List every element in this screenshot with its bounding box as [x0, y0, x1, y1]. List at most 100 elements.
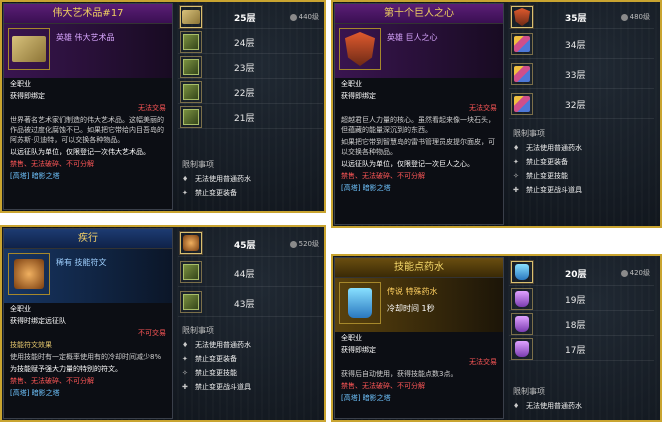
- item-rules: 禁售、无法破碎、不可分解: [10, 377, 94, 385]
- potion-icon: [511, 261, 533, 283]
- floor-label: 23层: [234, 64, 255, 74]
- list-item[interactable]: 19层: [509, 286, 654, 311]
- item-title: 第十个巨人之心: [335, 4, 503, 24]
- item-title: 疾行: [4, 229, 172, 249]
- list-item[interactable]: 35层 480级: [509, 4, 654, 29]
- restrictions-title: 限制事项: [182, 160, 214, 169]
- restrictions: 限制事项 ♦ 无法使用普通药水: [509, 384, 654, 413]
- restriction-item: ♦ 无法使用普通药水: [182, 175, 251, 183]
- floor-label: 19层: [565, 296, 586, 306]
- reward-panel-rune: 疾行 稀有 技能符文 全职业 获得时绑定远征队 不可交易 技能符文效果 使用技能…: [0, 225, 326, 422]
- floor-reward-list: 20层 420级 19层 18层 17层: [509, 258, 654, 361]
- card-pack-icon: [511, 33, 533, 55]
- item-job: 全职业: [10, 305, 31, 313]
- item-note: 为技能赋予强大力量的特别的符文。: [10, 365, 122, 373]
- floor-label: 21层: [234, 114, 255, 124]
- potion-icon: [511, 288, 533, 310]
- potion-icon: ♦: [513, 144, 520, 152]
- list-item[interactable]: 44层: [178, 257, 323, 287]
- item-source: [高塔] 暗影之塔: [10, 389, 60, 397]
- item-tooltip: 技能点药水 传说 特殊药水 冷却时间 1秒 全职业 获得即绑定 无法交易 获得后…: [334, 257, 504, 419]
- chest-icon: [180, 106, 202, 128]
- list-item[interactable]: 20层 420级: [509, 258, 654, 286]
- item-type: 英雄 巨人之心: [387, 33, 438, 42]
- list-item[interactable]: 33层: [509, 59, 654, 89]
- item-description: 超越君巨人力量的核心。虽然看起来像一块石头，但蕴藏的能量深沉到的东西。: [341, 116, 495, 134]
- chest-icon: [180, 81, 202, 103]
- artwork-icon: [180, 6, 202, 28]
- item-bind: 获得即绑定: [341, 346, 376, 354]
- list-item[interactable]: 24层: [178, 29, 323, 54]
- restriction-item: ✦ 禁止变更装备: [182, 189, 237, 197]
- item-job: 全职业: [341, 80, 362, 88]
- restriction-item: ✦ 禁止变更装备: [182, 355, 237, 363]
- chest-icon: [180, 31, 202, 53]
- artwork-icon: [8, 28, 50, 70]
- chest-icon: [180, 261, 202, 283]
- item-header: 传说 特殊药水 冷却时间 1秒: [335, 278, 503, 332]
- list-item[interactable]: 23层: [178, 54, 323, 79]
- list-item[interactable]: 18层: [509, 311, 654, 336]
- item-rules: 禁售、无法破碎、不可分解: [341, 382, 425, 390]
- potion-icon: ♦: [513, 402, 520, 410]
- restrictions-title: 限制事项: [182, 326, 214, 335]
- list-item[interactable]: 21层: [178, 104, 323, 129]
- list-item[interactable]: 25层 440级: [178, 4, 323, 29]
- restriction-item: ♦ 无法使用普通药水: [513, 402, 582, 410]
- battle-item-icon: ✚: [513, 186, 519, 194]
- floor-label: 32层: [565, 101, 586, 111]
- list-item[interactable]: 43层: [178, 287, 323, 317]
- floor-reward-list: 45层 520级 44层 43层: [178, 229, 323, 317]
- giant-heart-icon: [339, 28, 381, 70]
- floor-label: 20层: [565, 270, 587, 280]
- item-description: 世界著名艺术家们制造的伟大艺术品。这幅美丽的作品被过度化腐蚀不已。如果把它带给内…: [10, 116, 164, 144]
- card-pack-icon: [511, 93, 533, 115]
- potion-icon: [339, 282, 381, 324]
- list-item[interactable]: 22层: [178, 79, 323, 104]
- floor-label: 18层: [565, 321, 586, 331]
- item-header: 英雄 巨人之心: [335, 24, 503, 78]
- item-type: 稀有 技能符文: [56, 258, 107, 267]
- floor-label: 33层: [565, 71, 586, 81]
- reward-panel-skill-potion: 技能点药水 传说 特殊药水 冷却时间 1秒 全职业 获得即绑定 无法交易 获得后…: [331, 254, 662, 422]
- item-rules: 禁售、无法破碎、不可分解: [341, 172, 425, 180]
- tower-rewards-screenshot: 伟大艺术品#17 英雄 伟大艺术品 全职业 获得即绑定 无法交易 世界著名艺术家…: [0, 0, 662, 422]
- level-requirement: 440级: [289, 12, 319, 22]
- level-requirement: 480级: [620, 12, 650, 22]
- reward-panel-giant-heart: 第十个巨人之心 英雄 巨人之心 全职业 获得即绑定 无法交易 超越君巨人力量的核…: [331, 0, 662, 228]
- item-type: 英雄 伟大艺术品: [56, 33, 115, 42]
- item-no-trade: 不可交易: [138, 329, 166, 337]
- list-item[interactable]: 17层: [509, 336, 654, 361]
- rune-icon: [180, 232, 202, 254]
- list-item[interactable]: 34层: [509, 29, 654, 59]
- item-title: 伟大艺术品#17: [4, 4, 172, 24]
- chest-icon: [180, 291, 202, 313]
- floor-label: 17层: [565, 346, 586, 356]
- list-item[interactable]: 45层 520级: [178, 229, 323, 257]
- potion-icon: [511, 338, 533, 360]
- restriction-item: ♦ 无法使用普通药水: [513, 144, 582, 152]
- floor-reward-list: 25层 440级 24层 23层 22层 21层: [178, 4, 323, 129]
- item-note: 以远征队为单位，仅限登记一次巨人之心。: [341, 160, 474, 168]
- item-rules: 禁售、无法破碎、不可分解: [10, 160, 94, 168]
- item-description: 获得后自动使用，获得技能点数3点。: [341, 370, 458, 378]
- card-pack-icon: [511, 63, 533, 85]
- floor-reward-list: 35层 480级 34层 33层 32层: [509, 4, 654, 119]
- item-source: [高塔] 暗影之塔: [341, 394, 391, 402]
- potion-icon: ♦: [182, 341, 189, 349]
- gear-icon: ✦: [182, 355, 188, 363]
- restrictions: 限制事项 ♦ 无法使用普通药水 ✦ 禁止变更装备 ✧ 禁止变更技能 ✚ 禁止变更战斗道具: [178, 323, 323, 394]
- battle-item-icon: ✚: [182, 383, 188, 391]
- floor-label: 44层: [234, 270, 255, 280]
- list-item[interactable]: 32层: [509, 89, 654, 119]
- reward-panel-artwork: 伟大艺术品#17 英雄 伟大艺术品 全职业 获得即绑定 无法交易 世界著名艺术家…: [0, 0, 326, 213]
- rune-effect: 使用技能时有一定概率使用有的冷却时间减少8%: [10, 353, 162, 361]
- item-header: 英雄 伟大艺术品: [4, 24, 172, 78]
- shield-icon: [511, 6, 533, 28]
- floor-label: 34层: [565, 41, 586, 51]
- item-header: 稀有 技能符文: [4, 249, 172, 303]
- restrictions: 限制事项 ♦ 无法使用普通药水 ✦ 禁止变更装备 ✧ 禁止变更技能 ✚ 禁止变更战斗道具: [509, 126, 654, 197]
- item-job: 全职业: [10, 80, 31, 88]
- item-job: 全职业: [341, 334, 362, 342]
- chest-icon: [180, 56, 202, 78]
